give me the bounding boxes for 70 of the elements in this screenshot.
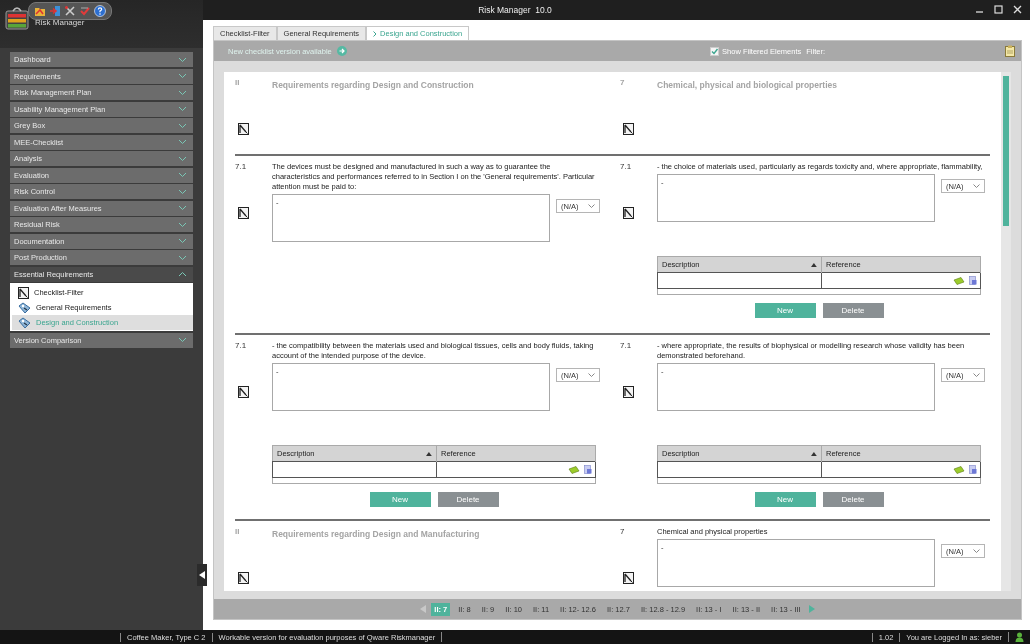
section-number: II bbox=[235, 527, 240, 536]
checklist-icon[interactable] bbox=[623, 572, 634, 584]
expand-icon bbox=[178, 139, 187, 145]
sort-ascending-icon bbox=[811, 262, 817, 267]
collapse-handle[interactable] bbox=[197, 564, 207, 586]
expand-icon bbox=[178, 106, 187, 112]
caret-icon bbox=[588, 204, 595, 208]
help-icon[interactable] bbox=[94, 5, 106, 17]
expand-icon bbox=[178, 188, 187, 195]
section-number: 7.1 bbox=[620, 162, 632, 171]
tag-icon bbox=[18, 301, 31, 314]
section-heading: Requirements regarding Design and Manufacturing bbox=[272, 528, 481, 539]
collapse-icon bbox=[178, 271, 187, 277]
window-title: Risk Manager 10.0 bbox=[478, 5, 552, 15]
checklist-icon[interactable] bbox=[623, 207, 634, 219]
user-icon[interactable] bbox=[1015, 632, 1024, 642]
checkmark-icon bbox=[710, 46, 720, 56]
expand-icon bbox=[178, 221, 187, 228]
app-name: Risk Manager bbox=[35, 18, 85, 27]
folder-icon[interactable] bbox=[34, 5, 46, 17]
scrollbar[interactable] bbox=[1001, 72, 1011, 591]
note-icon[interactable] bbox=[953, 276, 965, 285]
caret-icon bbox=[973, 373, 980, 377]
spellcheck-icon[interactable] bbox=[79, 5, 91, 17]
expand-icon bbox=[178, 205, 187, 211]
caret-icon bbox=[973, 184, 980, 188]
document-icon[interactable] bbox=[584, 465, 592, 475]
expand-icon bbox=[178, 254, 187, 261]
document-icon[interactable] bbox=[969, 276, 977, 286]
clipboard-icon[interactable] bbox=[1005, 45, 1015, 57]
expand-icon bbox=[178, 172, 187, 178]
delete-button[interactable]: Delete bbox=[822, 492, 884, 507]
expand-icon bbox=[178, 155, 187, 162]
checklist-icon[interactable] bbox=[623, 386, 634, 398]
expand-icon bbox=[178, 89, 187, 96]
note-icon[interactable] bbox=[953, 465, 965, 474]
section-number: 7 bbox=[620, 527, 625, 536]
sort-ascending-icon bbox=[426, 451, 432, 456]
section-heading: Requirements regarding Design and Construction bbox=[272, 79, 475, 90]
tools-icon[interactable] bbox=[64, 5, 76, 17]
section-number: II bbox=[235, 78, 240, 87]
checklist-icon[interactable] bbox=[238, 386, 249, 398]
tag-icon bbox=[18, 316, 31, 329]
expand-icon bbox=[178, 238, 187, 244]
sort-ascending-icon bbox=[811, 451, 817, 456]
checklist-icon[interactable] bbox=[623, 123, 634, 135]
expand-icon bbox=[178, 337, 187, 343]
section-heading: Chemical, physical and biological properties bbox=[657, 79, 838, 90]
maximize-icon[interactable] bbox=[994, 5, 1003, 14]
close-icon[interactable] bbox=[1013, 5, 1022, 14]
delete-button[interactable]: Delete bbox=[437, 492, 499, 507]
checklist-icon[interactable] bbox=[238, 207, 249, 219]
section-number: 7.1 bbox=[235, 162, 247, 171]
document-icon[interactable] bbox=[969, 465, 977, 475]
expand-icon bbox=[178, 73, 187, 79]
caret-icon bbox=[973, 549, 980, 553]
expand-icon bbox=[178, 56, 187, 63]
section-number: 7.1 bbox=[235, 341, 247, 350]
checklist-icon[interactable] bbox=[238, 572, 249, 584]
caret-icon bbox=[588, 373, 595, 377]
checklist-icon bbox=[18, 286, 29, 299]
section-number: 7 bbox=[620, 78, 625, 87]
expand-icon bbox=[178, 122, 187, 129]
note-icon[interactable] bbox=[568, 465, 580, 474]
section-number: 7.1 bbox=[620, 341, 632, 350]
chevron-icon bbox=[373, 30, 378, 37]
checklist-icon[interactable] bbox=[238, 123, 249, 135]
scroll-thumb[interactable] bbox=[1003, 76, 1009, 226]
app-logo bbox=[5, 4, 29, 30]
delete-button[interactable]: Delete bbox=[822, 303, 884, 318]
